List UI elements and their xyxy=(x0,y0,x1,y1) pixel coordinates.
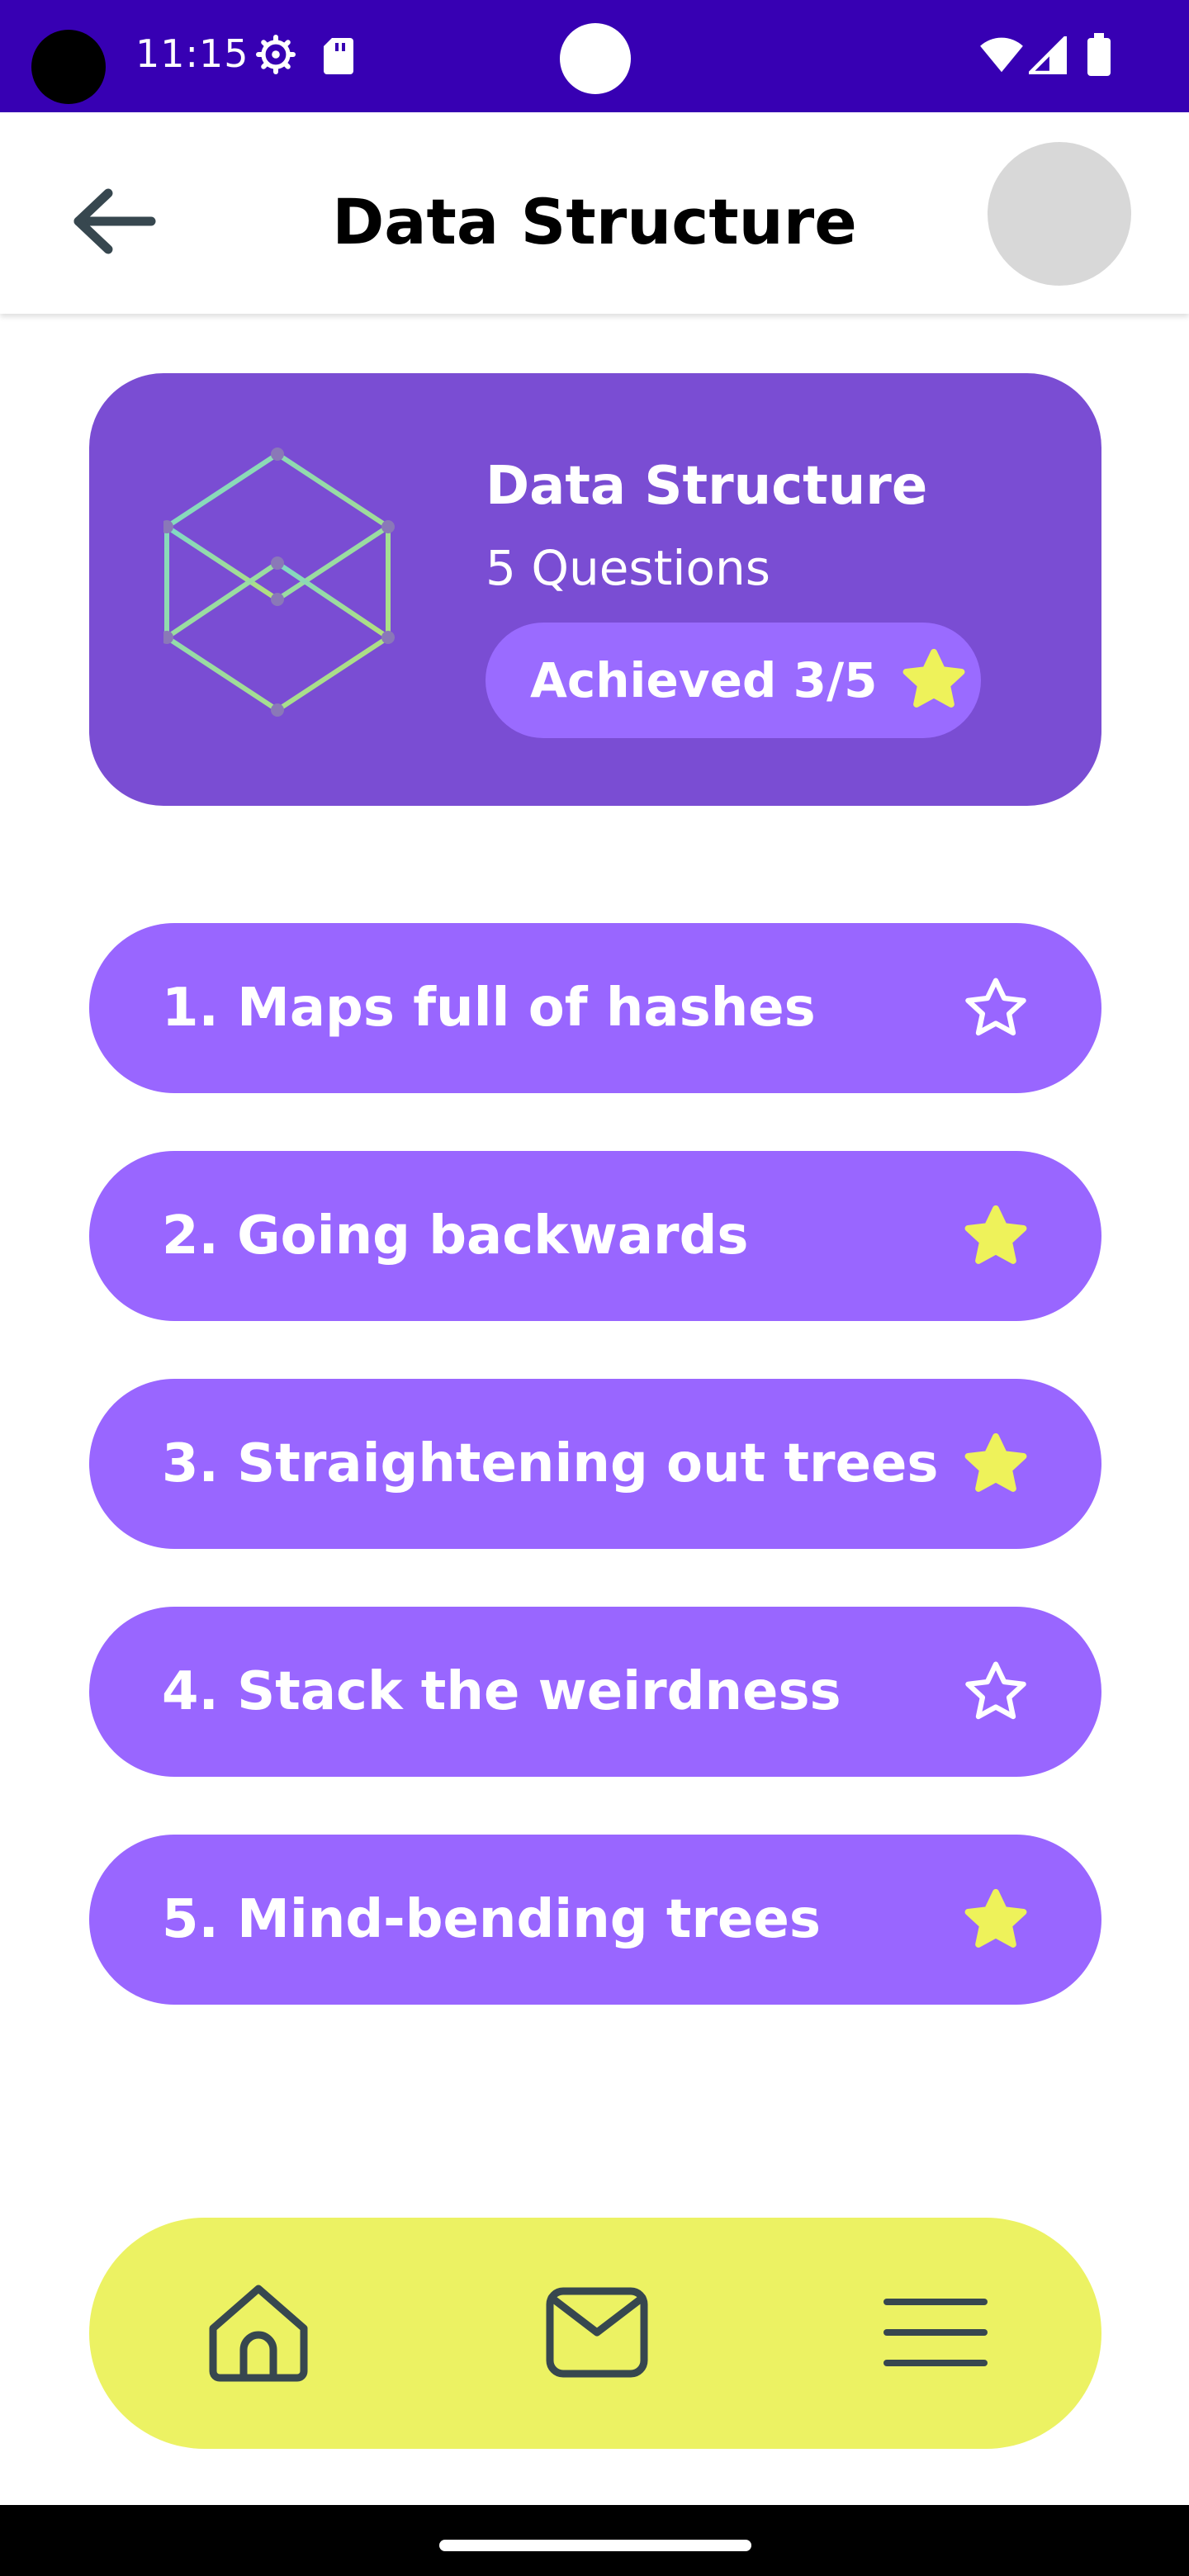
sd-card-icon xyxy=(324,38,353,74)
question-item-1[interactable]: 1. Maps full of hashes xyxy=(89,923,1101,1093)
home-icon xyxy=(209,2285,308,2382)
mail-icon xyxy=(546,2287,648,2378)
star-outline-icon xyxy=(965,1661,1026,1720)
nav-menu-button[interactable] xyxy=(874,2271,997,2394)
question-label: 3. Straightening out trees xyxy=(162,1433,939,1494)
question-label: 5. Mind-bending trees xyxy=(162,1889,821,1950)
question-label: 2. Going backwards xyxy=(162,1205,749,1267)
question-label: 4. Stack the weirdness xyxy=(162,1661,841,1722)
question-item-3[interactable]: 3. Straightening out trees xyxy=(89,1379,1101,1549)
question-item-5[interactable]: 5. Mind-bending trees xyxy=(89,1835,1101,2005)
wifi-icon xyxy=(980,37,1023,73)
gear-icon xyxy=(256,35,296,74)
signal-icon xyxy=(1029,36,1067,74)
star-filled-icon xyxy=(964,1432,1027,1492)
question-item-2[interactable]: 2. Going backwards xyxy=(89,1151,1101,1321)
notification-dot xyxy=(560,23,631,94)
category-summary-card: Data Structure 5 Questions Achieved 3/5 xyxy=(89,373,1101,806)
category-title: Data Structure xyxy=(486,456,928,517)
star-filled-icon xyxy=(964,1888,1027,1948)
cube-icon xyxy=(163,447,395,717)
question-item-4[interactable]: 4. Stack the weirdness xyxy=(89,1607,1101,1777)
gesture-home-handle[interactable] xyxy=(439,2540,751,2551)
star-outline-icon xyxy=(965,978,1026,1036)
camera-cutout xyxy=(31,30,106,104)
avatar[interactable] xyxy=(988,142,1131,286)
question-count: 5 Questions xyxy=(486,540,770,596)
app-header: Data Structure xyxy=(0,112,1189,314)
status-time: 11:15 xyxy=(135,31,249,76)
achievement-badge: Achieved 3/5 xyxy=(486,623,981,738)
nav-mail-button[interactable] xyxy=(535,2271,659,2394)
arrow-left-icon xyxy=(73,188,156,254)
star-filled-icon xyxy=(902,648,964,708)
achievement-label: Achieved 3/5 xyxy=(530,652,878,708)
battery-icon xyxy=(1087,33,1111,76)
nav-home-button[interactable] xyxy=(197,2271,320,2394)
question-label: 1. Maps full of hashes xyxy=(162,978,816,1039)
back-button[interactable] xyxy=(69,180,160,263)
status-bar: 11:15 xyxy=(0,0,1189,112)
star-filled-icon xyxy=(964,1205,1027,1264)
bottom-navigation xyxy=(89,2218,1101,2449)
menu-icon xyxy=(883,2299,988,2366)
